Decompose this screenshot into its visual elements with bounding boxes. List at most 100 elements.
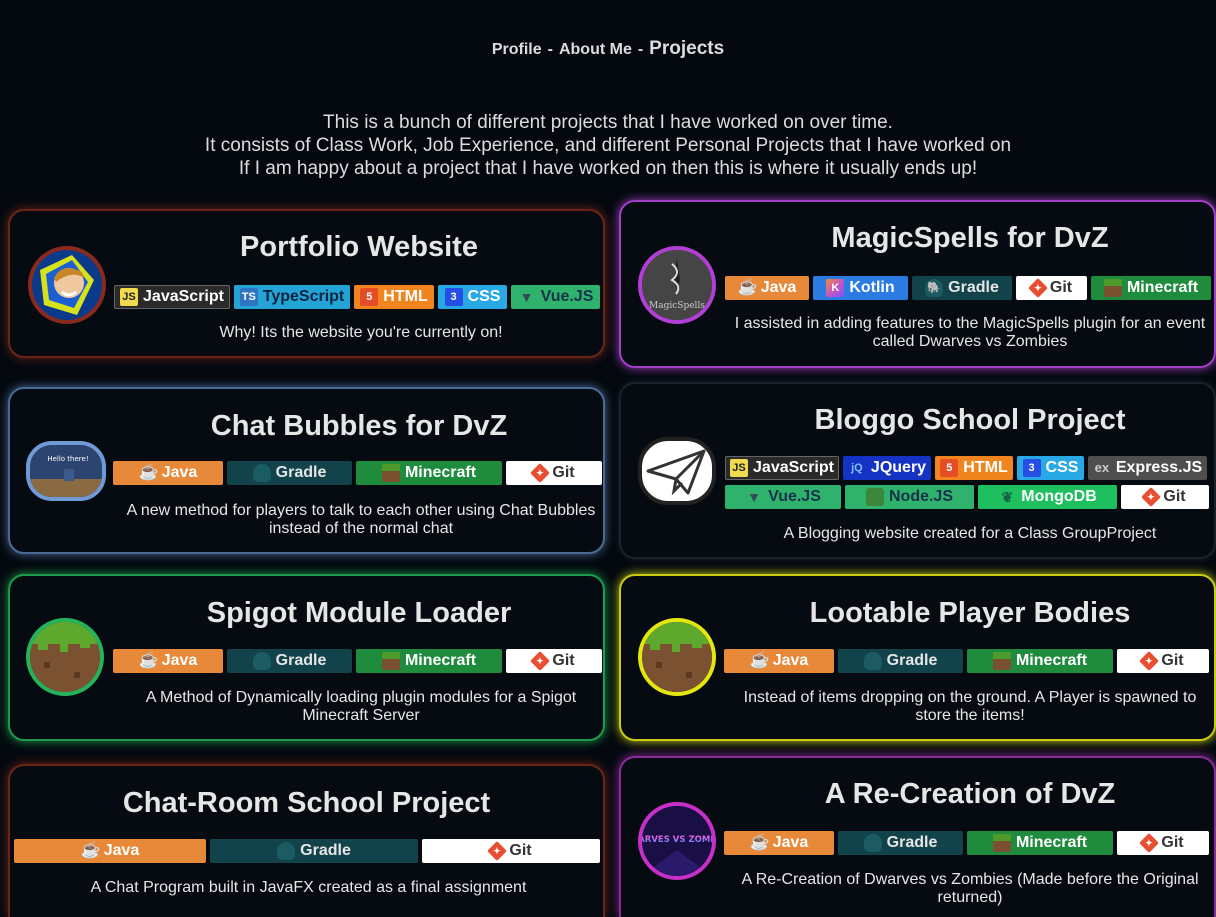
project-title: Portfolio Website <box>240 231 478 263</box>
badge-label: Java <box>772 834 809 851</box>
project-description: A Chat Program built in JavaFX created a… <box>90 879 527 896</box>
java-icon: ☕ <box>749 652 770 669</box>
project-description: Why! Its the website you're currently on… <box>219 324 503 341</box>
badge-minecraft: Minecraft <box>1091 276 1211 300</box>
git-icon: ✦ <box>1139 833 1160 853</box>
chat-bubble-screenshot-icon: Hello there! <box>26 441 106 501</box>
project-description: I assisted in adding features to the Mag… <box>734 315 1206 350</box>
project-description: A Method of Dynamically loading plugin m… <box>145 689 577 724</box>
grass-block-icon <box>638 618 716 696</box>
project-description: A Re-Creation of Dwarves vs Zombies (Mad… <box>741 871 1199 906</box>
git-icon: ✦ <box>487 841 508 861</box>
badge-label: Node.JS <box>888 488 953 505</box>
project-card-dvz-recreation[interactable]: A Re-Creation of DvZ DWARVES VS ZOMBIES … <box>619 756 1216 917</box>
express-icon: ex <box>1094 460 1110 475</box>
grass-block-icon <box>26 618 104 696</box>
badge-label: HTML <box>963 459 1008 476</box>
vue-icon: ▼ <box>519 289 534 305</box>
badge-mongodb: ❦ MongoDB <box>978 485 1117 509</box>
badge-css: 3 CSS <box>438 285 507 309</box>
badge-minecraft: Minecraft <box>356 649 502 673</box>
badge-nodejs: Node.JS <box>845 485 974 509</box>
badge-minecraft: Minecraft <box>967 831 1113 855</box>
tech-badges: ☕ Java K Kotlin 🐘 Gradle ✦ Git Minecraft <box>725 276 1215 300</box>
tech-badges: ☕ Java Gradle Minecraft ✦ Git <box>724 649 1214 673</box>
badge-typescript: TS TypeScript <box>234 285 350 309</box>
typescript-icon: TS <box>239 288 258 306</box>
dwarves-vs-zombies-logo-icon: DWARVES VS ZOMBIES <box>638 802 716 880</box>
project-card-portfolio[interactable]: Portfolio Website JS JavaScript TS TypeScr… <box>8 209 605 358</box>
badge-label: Gradle <box>275 652 327 669</box>
badge-label: Java <box>161 464 198 481</box>
badge-label: Minecraft <box>1015 652 1088 669</box>
intro-line: This is a bunch of different projects th… <box>323 112 893 133</box>
badge-label: Java <box>161 652 198 669</box>
nav-separator: - <box>547 41 553 58</box>
minecraft-icon <box>992 834 1011 852</box>
project-card-chat-bubbles[interactable]: Chat Bubbles for DvZ Hello there! ☕ Java … <box>8 387 605 554</box>
badge-label: Gradle <box>886 834 938 851</box>
gradle-icon <box>277 842 296 860</box>
project-card-bloggo[interactable]: Bloggo School Project JS JavaScript jQ JQu… <box>619 382 1216 559</box>
vue-icon: ▼ <box>747 489 762 505</box>
chat-bubble-caption: Hello there! <box>47 455 88 463</box>
nav-separator: - <box>637 41 644 58</box>
git-icon: ✦ <box>530 463 551 483</box>
badge-label: Git <box>552 652 575 669</box>
badge-label: JavaScript <box>753 459 834 476</box>
badge-label: Express.JS <box>1115 459 1203 476</box>
nav-profile-link[interactable]: Profile <box>492 41 542 58</box>
badge-git: ✦ Git <box>1016 276 1087 300</box>
tech-badges: ☕ Java Gradle Minecraft ✦ Git <box>113 649 607 673</box>
tech-badges: ☕ Java Gradle Minecraft ✦ Git <box>724 831 1214 855</box>
project-description: Instead of items dropping on the ground.… <box>743 689 1197 724</box>
project-card-chat-room[interactable]: Chat-Room School Project ☕ Java Gradle ✦ G… <box>8 764 605 917</box>
project-card-lootable[interactable]: Lootable Player Bodies ☕ Java Gradle Mine… <box>619 574 1216 741</box>
gradle-icon: 🐘 <box>925 279 944 297</box>
badge-gradle: Gradle <box>210 839 418 863</box>
project-card-spigot[interactable]: Spigot Module Loader ☕ Java Gradle Minecr… <box>8 574 605 741</box>
badge-java: ☕ Java <box>724 649 834 673</box>
project-card-magicspells[interactable]: MagicSpells for DvZ MagicSpells ☕ Java KK… <box>619 200 1216 368</box>
tech-badges: ☕ Java Gradle Minecraft ✦ Git <box>113 461 607 485</box>
badge-gradle: Gradle <box>838 831 963 855</box>
project-title: A Re-Creation of DvZ <box>824 778 1116 810</box>
badge-label: Java <box>760 279 797 296</box>
badge-label: Git <box>1161 834 1184 851</box>
badge-git: ✦ Git <box>1117 831 1209 855</box>
badge-gradle: 🐘 Gradle <box>912 276 1012 300</box>
intro-text: This is a bunch of different projects th… <box>0 111 1216 180</box>
badge-label: TypeScript <box>262 288 345 305</box>
badge-jquery: jQ JQuery <box>843 456 931 480</box>
git-icon: ✦ <box>1141 487 1162 507</box>
java-icon: ☕ <box>737 279 758 296</box>
badge-vuejs: ▼ Vue.JS <box>511 285 600 309</box>
gradle-icon <box>863 834 882 852</box>
html5-icon: 5 <box>940 459 959 477</box>
git-icon: ✦ <box>1027 278 1048 298</box>
gradle-icon <box>252 464 271 482</box>
badge-label: Minecraft <box>404 652 477 669</box>
top-nav: Profile - About Me - Projects <box>0 38 1216 60</box>
badge-label: JQuery <box>870 459 927 476</box>
nav-about-link[interactable]: About Me <box>559 41 632 58</box>
badge-label: JavaScript <box>143 288 224 305</box>
html5-icon: 5 <box>360 288 379 306</box>
badge-java: ☕ Java <box>113 649 223 673</box>
gradle-icon <box>863 652 882 670</box>
badge-label: Vue.JS <box>768 488 821 505</box>
badge-gradle: Gradle <box>227 649 352 673</box>
badge-label: Vue.JS <box>540 288 594 305</box>
nav-projects-link[interactable]: Projects <box>649 38 724 59</box>
minecraft-icon <box>1103 279 1122 297</box>
badge-label: Minecraft <box>1015 834 1088 851</box>
badge-gradle: Gradle <box>227 461 352 485</box>
git-icon: ✦ <box>1139 651 1160 671</box>
badge-expressjs: ex Express.JS <box>1088 456 1207 480</box>
badge-label: MongoDB <box>1021 488 1097 505</box>
css3-icon: 3 <box>444 288 463 306</box>
project-title: Chat Bubbles for DvZ <box>210 410 508 442</box>
badge-label: Gradle <box>948 279 999 296</box>
badge-label: Gradle <box>886 652 938 669</box>
project-title: Spigot Module Loader <box>206 597 512 629</box>
